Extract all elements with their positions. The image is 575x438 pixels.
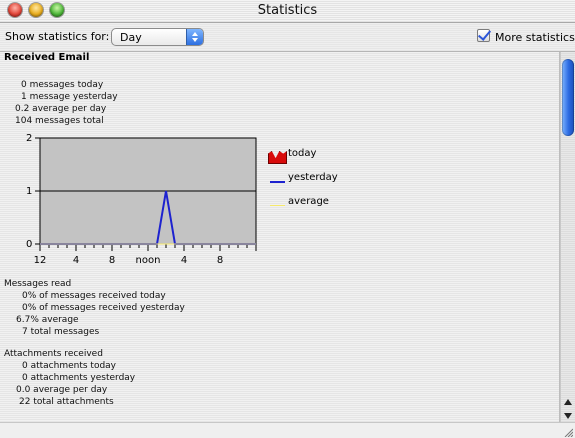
x-tick-label: 4 xyxy=(181,255,187,266)
y-tick-label: 2 xyxy=(26,133,32,144)
legend-label-yesterday: yesterday xyxy=(288,172,338,183)
period-popup[interactable]: Day xyxy=(111,28,204,46)
legend-label-average: average xyxy=(288,196,329,207)
stat-line: 7 total messages xyxy=(22,327,100,337)
chart-legend: today yesterday average xyxy=(268,148,378,218)
x-tick-label: noon xyxy=(136,255,161,266)
stat-line: 6.7% average xyxy=(16,315,79,325)
stat-line: 0 attachments yesterday xyxy=(22,373,136,383)
attachments-section: Attachments received 0 attachments today… xyxy=(4,348,135,408)
x-tick-label: 8 xyxy=(109,255,115,266)
x-tick-label: 4 xyxy=(73,255,79,266)
statistics-window: Statistics Show statistics for: Day More… xyxy=(0,0,575,438)
title-bar: Statistics xyxy=(0,0,575,23)
stat-line: 0.0 average per day xyxy=(16,385,108,395)
statistics-content: Received Email 0 messages today 1 messag… xyxy=(0,52,560,422)
stat-line: 0% of messages received today xyxy=(22,291,166,301)
attachments-title: Attachments received xyxy=(4,349,103,359)
window-footer xyxy=(0,422,575,438)
x-tick-label: 8 xyxy=(217,255,223,266)
scroll-up-arrow-icon[interactable] xyxy=(561,396,575,408)
scroll-thumb[interactable] xyxy=(562,59,574,136)
show-statistics-label: Show statistics for: xyxy=(5,30,110,43)
messages-read-section: Messages read 0% of messages received to… xyxy=(4,278,185,338)
yesterday-swatch-icon xyxy=(270,181,285,183)
more-statistics-checkbox[interactable] xyxy=(477,29,490,42)
y-tick-label: 0 xyxy=(26,239,32,250)
more-statistics-label[interactable]: More statistics xyxy=(495,31,575,44)
scroll-down-arrow-icon[interactable] xyxy=(561,410,575,422)
resize-grip-icon[interactable] xyxy=(563,427,573,437)
period-value: Day xyxy=(120,31,142,44)
today-swatch-icon xyxy=(268,151,287,164)
window-title: Statistics xyxy=(257,3,318,18)
stat-line: 22 total attachments xyxy=(19,397,114,407)
x-tick-label: 12 xyxy=(34,255,47,266)
legend-label-today: today xyxy=(288,148,317,159)
stat-line: 0% of messages received yesterday xyxy=(22,303,185,313)
average-swatch-icon xyxy=(270,205,285,206)
popup-arrows-icon xyxy=(186,29,203,45)
vertical-scrollbar[interactable] xyxy=(560,52,575,424)
y-tick-label: 1 xyxy=(26,186,32,197)
toolbar: Show statistics for: Day More statistics xyxy=(0,23,575,52)
messages-read-title: Messages read xyxy=(4,279,72,289)
stat-line: 0 attachments today xyxy=(22,361,117,371)
